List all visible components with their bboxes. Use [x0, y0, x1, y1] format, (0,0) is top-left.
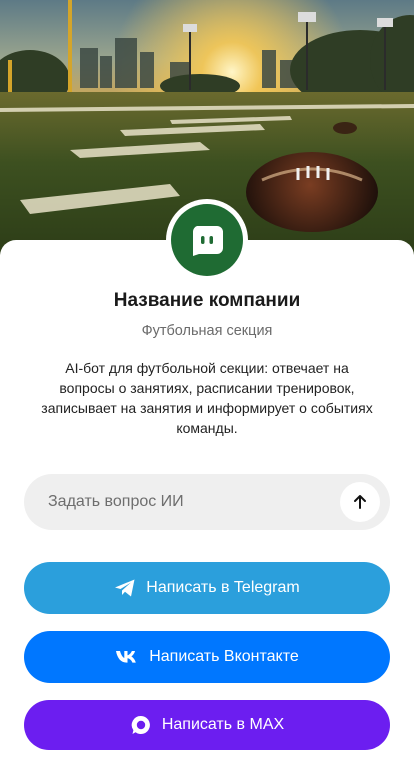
max-icon: [130, 714, 152, 736]
write-telegram-label: Написать в Telegram: [146, 579, 300, 596]
write-max-label: Написать в MAX: [161, 716, 285, 733]
send-button[interactable]: [340, 482, 380, 522]
bot-face-icon: [171, 204, 243, 276]
ask-ai-bar: [24, 474, 390, 530]
vk-icon: [115, 650, 139, 664]
company-category: Футбольная секция: [141, 323, 273, 339]
write-max-button[interactable]: Написать в MAX: [24, 700, 390, 750]
write-telegram-button[interactable]: Написать в Telegram: [24, 562, 390, 614]
company-name: Название компании: [113, 290, 301, 311]
company-description: AI-бот для футбольной секции: отвечает н…: [41, 360, 373, 436]
write-vk-label: Написать Вконтакте: [149, 648, 299, 665]
telegram-icon: [114, 578, 136, 598]
arrow-up-icon: [354, 495, 366, 509]
write-vk-button[interactable]: Написать Вконтакте: [24, 631, 390, 683]
ask-ai-input[interactable]: [48, 474, 348, 530]
avatar: [166, 199, 248, 281]
